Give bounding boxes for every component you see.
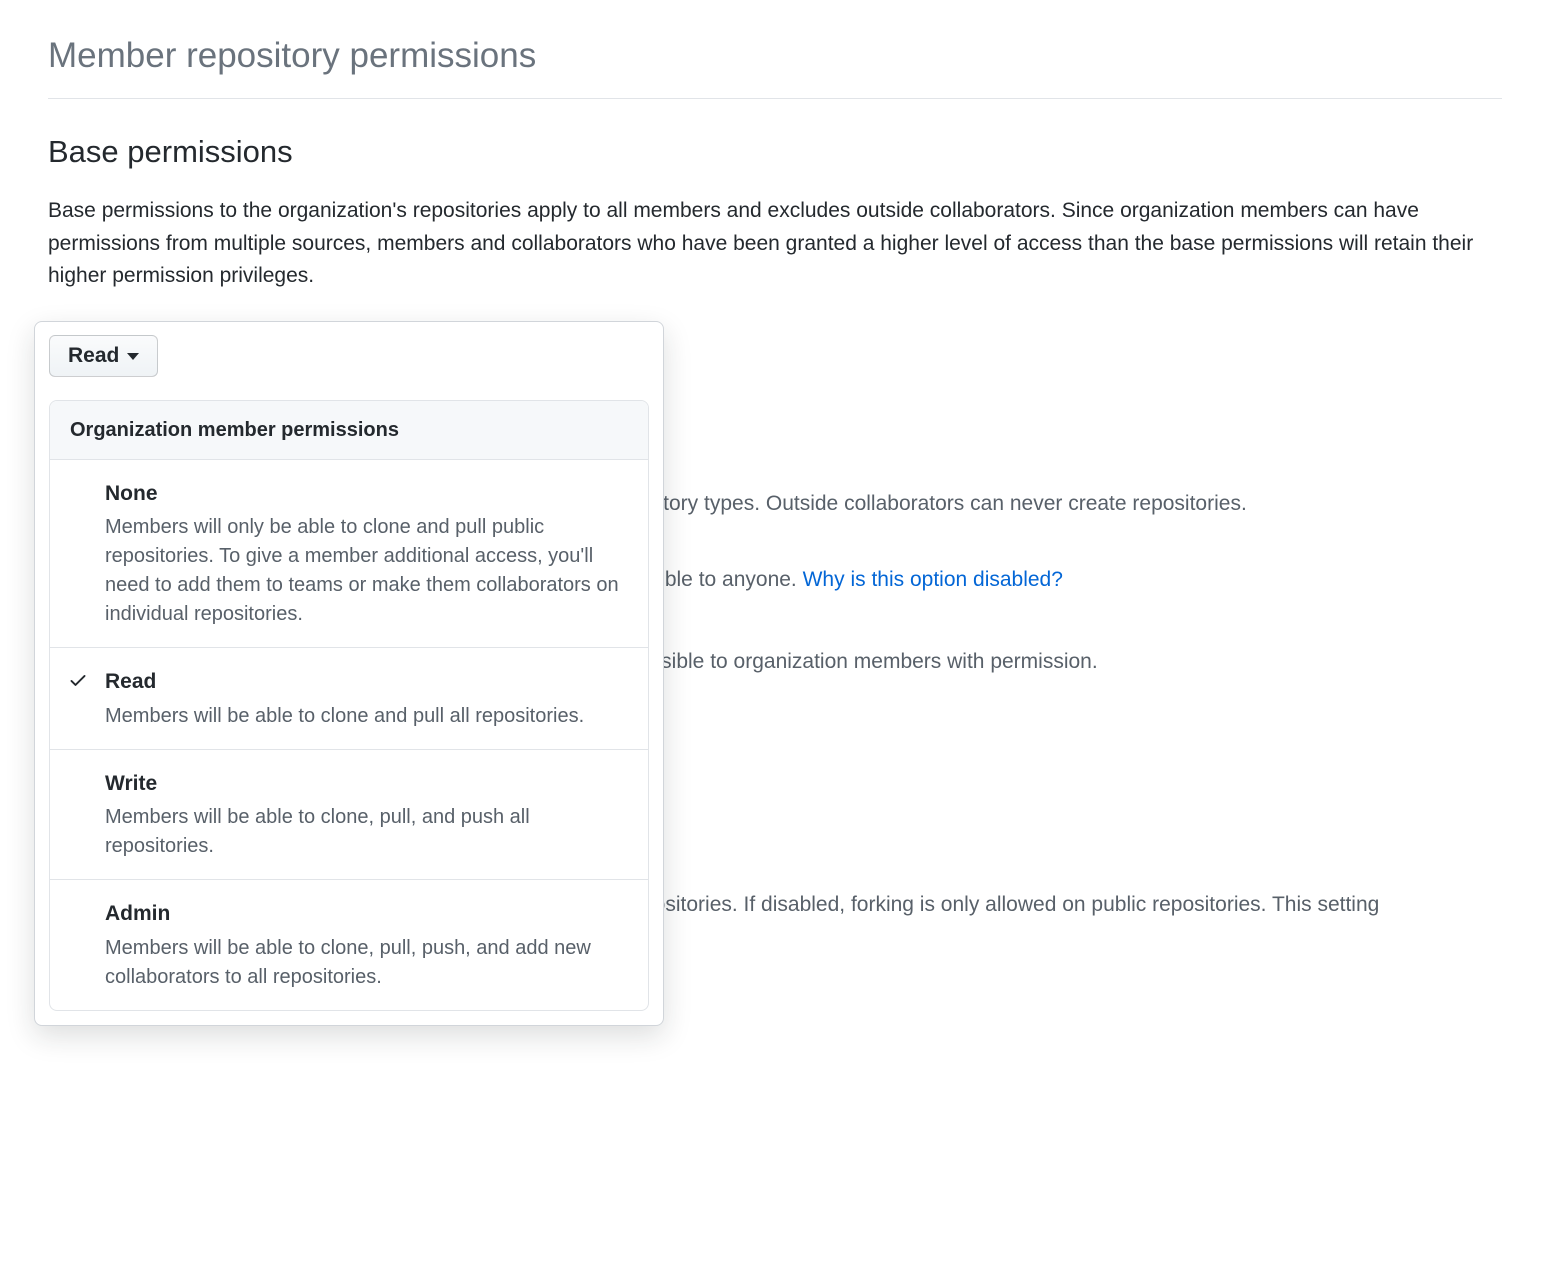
base-permissions-title: Base permissions <box>48 129 1502 176</box>
item-title: Write <box>105 768 628 800</box>
item-title: Read <box>105 666 628 698</box>
base-permissions-description: Base permissions to the organization's r… <box>48 195 1502 293</box>
item-description: Members will be able to clone and pull a… <box>105 702 628 731</box>
bg-text-2-prefix: isible to anyone. <box>645 568 803 591</box>
dropdown-item-none[interactable]: None Members will only be able to clone … <box>50 460 648 649</box>
dropdown-item-read[interactable]: Read Members will be able to clone and p… <box>50 648 648 750</box>
item-description: Members will be able to clone, pull, pus… <box>105 934 628 992</box>
bg-text-4: positories. If disabled, forking is only… <box>642 889 1502 921</box>
dropdown-menu: Read Organization member permissions Non… <box>34 321 664 1026</box>
dropdown-inner: Organization member permissions None Mem… <box>49 400 649 1011</box>
why-disabled-link[interactable]: Why is this option disabled? <box>803 568 1063 591</box>
bg-text-1: sitory types. Outside collaborators can … <box>648 488 1502 520</box>
bg-text-3: visible to organization members with per… <box>646 646 1502 678</box>
dropdown-header: Organization member permissions <box>50 401 648 460</box>
dropdown-selected-label: Read <box>68 344 119 368</box>
item-description: Members will only be able to clone and p… <box>105 513 628 629</box>
bg-text-2: isible to anyone. Why is this option dis… <box>645 564 1502 596</box>
item-title: Admin <box>105 898 628 930</box>
page-title: Member repository permissions <box>48 30 1502 99</box>
dropdown-item-write[interactable]: Write Members will be able to clone, pul… <box>50 750 648 881</box>
item-description: Members will be able to clone, pull, and… <box>105 803 628 861</box>
check-icon <box>68 670 88 698</box>
permission-dropdown-button[interactable]: Read <box>49 335 158 377</box>
item-title: None <box>105 478 628 510</box>
dropdown-item-admin[interactable]: Admin Members will be able to clone, pul… <box>50 880 648 1010</box>
caret-down-icon <box>127 353 139 360</box>
